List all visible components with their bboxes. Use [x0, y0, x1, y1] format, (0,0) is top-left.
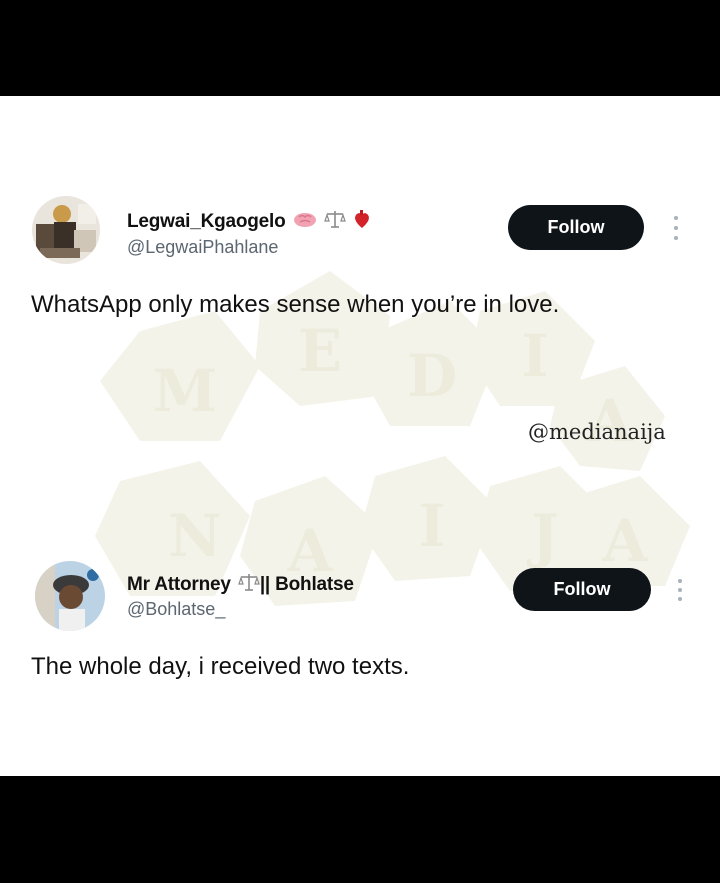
watermark-letter: I — [521, 322, 548, 390]
display-name-text: Legwai_Kgaogelo — [127, 211, 286, 233]
watermark-letter: N — [168, 502, 221, 570]
handle[interactable]: @LegwaiPhahlane — [127, 237, 278, 258]
display-name-text: Mr Attorney — [127, 574, 231, 596]
scales-icon — [237, 572, 260, 598]
watermark-credit: @medianaija — [528, 420, 666, 444]
watermark-letter: A — [601, 507, 648, 575]
watermark-letter: M — [153, 357, 217, 425]
tweet-text: WhatsApp only makes sense when you’re in… — [31, 291, 560, 318]
display-name[interactable]: Mr Attorney || Bohlatse — [127, 572, 354, 598]
more-options-icon[interactable] — [673, 216, 679, 240]
handle[interactable]: @Bohlatse_ — [127, 599, 225, 620]
brain-icon — [293, 210, 317, 234]
watermark-letter: J — [526, 502, 558, 570]
watermark-letter: I — [418, 492, 445, 560]
display-name-suffix: || Bohlatse — [259, 574, 354, 596]
tweet-text: The whole day, i received two texts. — [31, 653, 410, 680]
follow-button[interactable]: Follow — [508, 205, 644, 250]
avatar[interactable] — [32, 196, 100, 264]
screenshot-card: M E D I A N A I J A Legwai_Kgaogelo @Leg… — [0, 96, 720, 776]
display-name[interactable]: Legwai_Kgaogelo — [127, 209, 371, 235]
watermark-letter: D — [407, 342, 457, 410]
more-options-icon[interactable] — [677, 579, 683, 601]
follow-button[interactable]: Follow — [513, 568, 651, 611]
heart-organ-icon — [353, 209, 371, 235]
scales-icon — [323, 209, 346, 235]
watermark-letter: E — [298, 317, 342, 385]
avatar[interactable] — [35, 561, 105, 631]
